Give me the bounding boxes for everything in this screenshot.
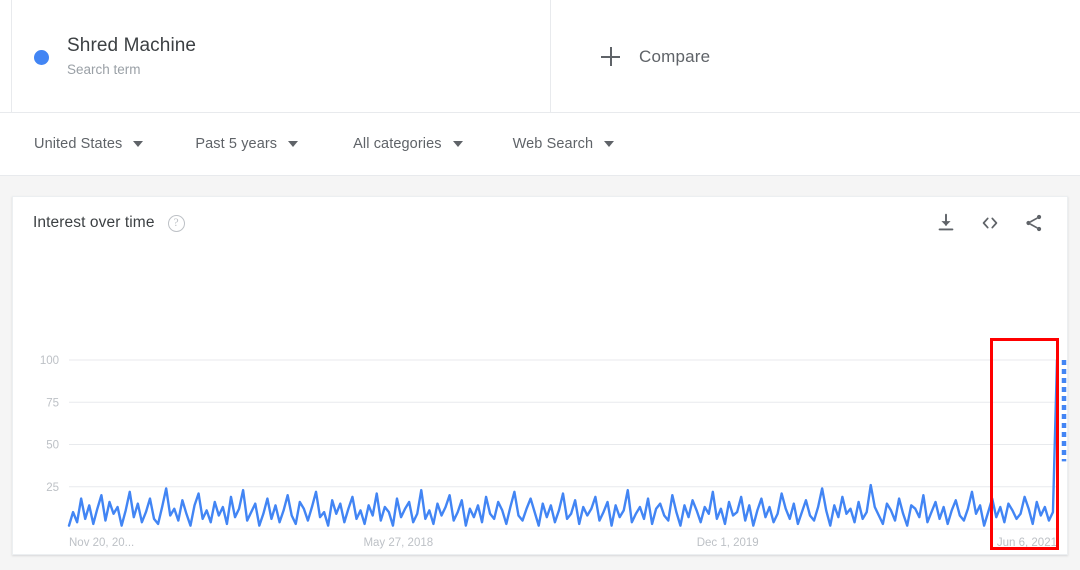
download-icon[interactable] [935,212,957,234]
svg-text:Nov 20, 20...: Nov 20, 20... [69,537,134,549]
search-term-texts: Shred Machine Search term [67,34,196,79]
filter-category[interactable]: All categories [353,136,463,152]
search-term-row: Shred Machine Search term Compare [0,0,1080,113]
share-icon[interactable] [1023,212,1045,234]
search-term-card[interactable]: Shred Machine Search term [11,0,551,113]
embed-code-icon[interactable] [979,212,1001,234]
svg-text:75: 75 [46,397,59,409]
svg-text:50: 50 [46,440,59,452]
google-trends-page: Shred Machine Search term Compare United… [0,0,1080,570]
compare-label: Compare [639,46,711,66]
interest-over-time-card: Interest over time ? 25 50 75 100 Nov 20… [12,196,1068,555]
compare-button[interactable]: Compare [551,0,1080,113]
svg-text:Dec 1, 2019: Dec 1, 2019 [697,537,759,549]
chart-actions [935,212,1045,234]
plus-icon [601,47,620,66]
chevron-down-icon [288,141,299,147]
chevron-down-icon [452,141,463,147]
filter-time-range[interactable]: Past 5 years [195,136,299,152]
filter-location-label: United States [34,136,123,152]
chevron-down-icon [604,141,615,147]
chevron-down-icon [133,141,144,147]
search-term-subtitle: Search term [67,62,141,77]
filter-bar: United States Past 5 years All categorie… [0,113,1080,176]
chart-title: Interest over time [33,214,155,231]
chart-plot-area[interactable]: 25 50 75 100 Nov 20, 20... May 27, 2018 Dec 1,… [13,249,1069,550]
series-color-dot [34,50,49,65]
help-circle-icon[interactable]: ? [167,214,185,232]
interest-over-time-line-chart: 25 50 75 100 Nov 20, 20... May 27, 2018 Dec 1,… [40,355,1067,549]
filter-category-label: All categories [353,136,442,152]
svg-text:100: 100 [40,355,59,367]
svg-text:Jun 6, 2021: Jun 6, 2021 [997,537,1057,549]
filter-location[interactable]: United States [34,136,144,152]
svg-text:25: 25 [46,482,59,494]
chart-header: Interest over time ? [13,197,1067,249]
filter-search-type[interactable]: Web Search [513,136,615,152]
filter-search-type-label: Web Search [512,136,594,152]
svg-text:May 27, 2018: May 27, 2018 [363,537,433,549]
search-term-title: Shred Machine [67,35,197,56]
filter-time-range-label: Past 5 years [195,136,278,152]
